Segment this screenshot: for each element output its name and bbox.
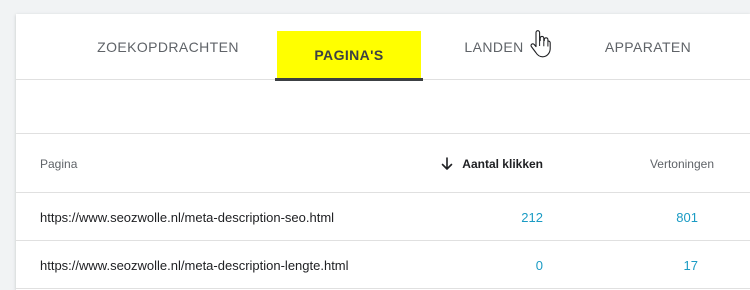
arrow-down-icon (441, 157, 453, 170)
tab-countries-label: LANDEN (464, 39, 524, 55)
column-header-page-label: Pagina (40, 157, 78, 171)
row-views: 17 (683, 257, 698, 273)
row-clicks: 0 (535, 257, 543, 273)
tab-pages-label: PAGINA'S (314, 47, 384, 63)
performance-card: ZOEKOPDRACHTEN PAGINA'S LANDEN APPARATEN… (16, 14, 750, 290)
hand-cursor-icon (530, 30, 551, 58)
tab-queries-label: ZOEKOPDRACHTEN (97, 39, 239, 55)
column-header-page[interactable]: Pagina (40, 135, 77, 193)
row-views: 801 (676, 209, 698, 225)
table-header: Pagina Aantal klikken Vertoningen (16, 135, 750, 193)
column-header-views-label: Vertoningen (649, 157, 714, 171)
row-url: https://www.seozwolle.nl/meta-descriptio… (40, 209, 335, 225)
column-header-clicks-label: Aantal klikken (462, 157, 543, 171)
tab-bar: ZOEKOPDRACHTEN PAGINA'S LANDEN APPARATEN (16, 14, 750, 81)
toolbar-area (16, 80, 750, 134)
table-row[interactable]: https://www.seozwolle.nl/meta-descriptio… (16, 241, 750, 289)
tab-countries[interactable]: LANDEN (458, 14, 530, 80)
tab-devices-label: APPARATEN (604, 39, 692, 55)
row-url: https://www.seozwolle.nl/meta-descriptio… (40, 257, 349, 273)
tab-pages[interactable]: PAGINA'S (275, 31, 423, 81)
tab-devices[interactable]: APPARATEN (602, 14, 694, 80)
column-header-clicks[interactable]: Aantal klikken (440, 135, 543, 193)
tab-queries[interactable]: ZOEKOPDRACHTEN (97, 14, 239, 80)
row-clicks: 212 (521, 209, 543, 225)
column-header-views[interactable]: Vertoningen (650, 135, 714, 193)
table-row[interactable]: https://www.seozwolle.nl/meta-descriptio… (16, 193, 750, 241)
